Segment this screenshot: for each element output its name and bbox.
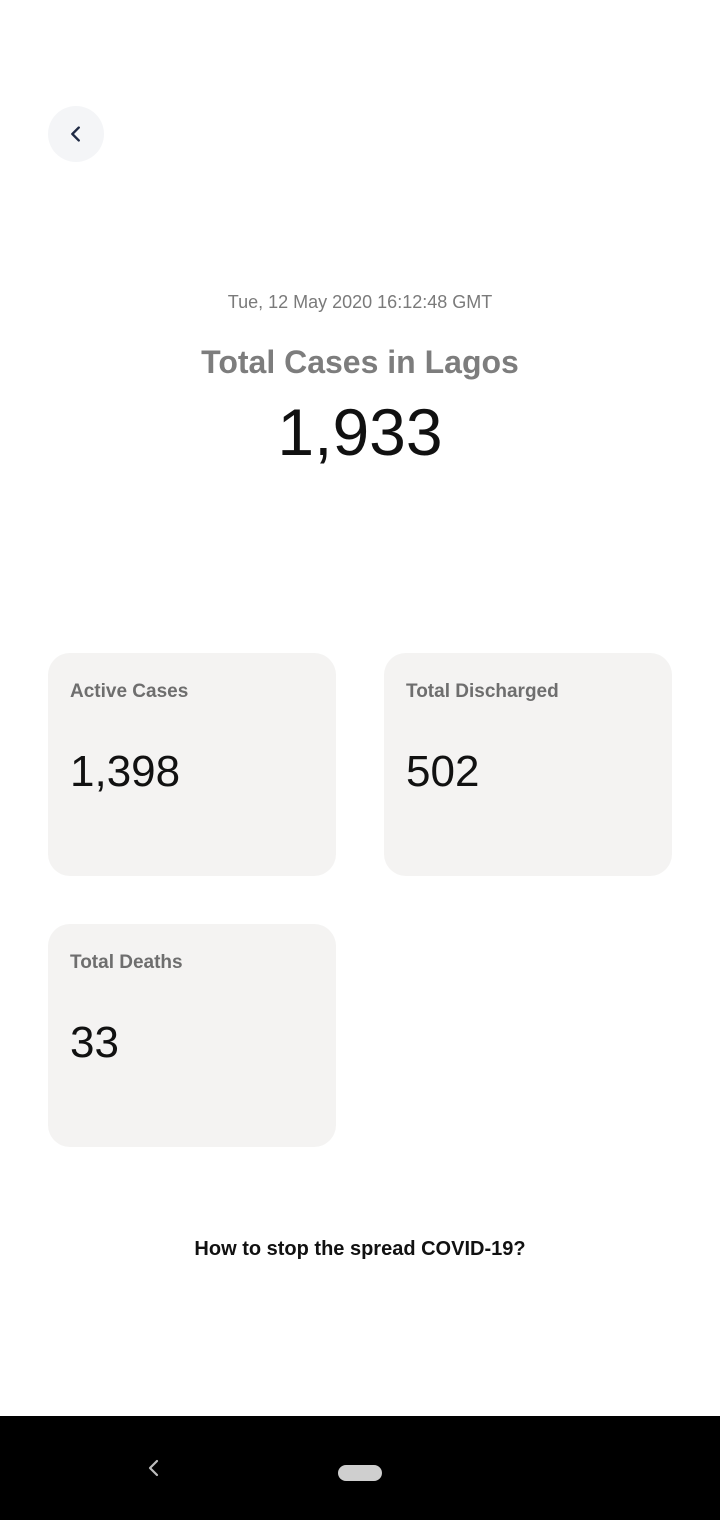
total-deaths-label: Total Deaths bbox=[70, 952, 183, 973]
last-updated-timestamp: Tue, 12 May 2020 16:12:48 GMT bbox=[227, 292, 493, 312]
total-deaths-card: Total Deaths 33 bbox=[48, 924, 336, 1147]
nav-home-pill-icon[interactable] bbox=[338, 1465, 382, 1481]
page-title: Total Cases in Lagos bbox=[201, 344, 519, 380]
how-to-stop-spread-link[interactable]: How to stop the spread COVID-19? bbox=[0, 1238, 720, 1261]
active-cases-value: 1,398 bbox=[70, 747, 181, 796]
system-navigation-bar bbox=[0, 1416, 720, 1520]
chevron-left-icon bbox=[71, 126, 80, 142]
active-cases-label: Active Cases bbox=[70, 681, 189, 702]
screen: Tue, 12 May 2020 16:12:48 GMT Total Case… bbox=[0, 0, 720, 1520]
total-discharged-value: 502 bbox=[406, 747, 480, 796]
back-button[interactable] bbox=[48, 106, 104, 162]
total-discharged-card: Total Discharged 502 bbox=[384, 653, 672, 876]
total-deaths-value: 33 bbox=[70, 1018, 119, 1067]
total-discharged-label: Total Discharged bbox=[406, 681, 559, 702]
nav-back-icon bbox=[148, 1459, 159, 1477]
nav-back-button[interactable] bbox=[142, 1456, 166, 1480]
active-cases-card: Active Cases 1,398 bbox=[48, 653, 336, 876]
total-cases-value: 1,933 bbox=[277, 395, 443, 469]
